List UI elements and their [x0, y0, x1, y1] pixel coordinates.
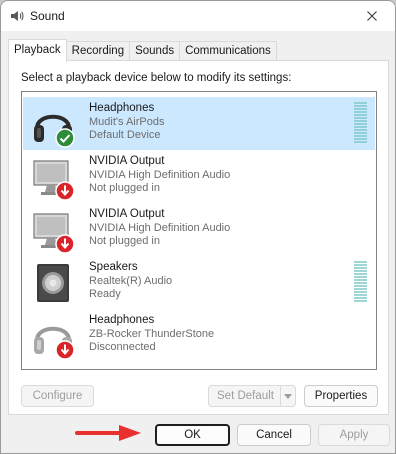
close-button[interactable]	[349, 1, 395, 31]
device-description: Mudit's AirPods	[89, 115, 165, 128]
device-text: Speakers Realtek(R) Audio Ready	[89, 261, 172, 302]
set-default-dropdown[interactable]	[280, 386, 295, 406]
device-name: Speakers	[89, 261, 138, 273]
playback-panel: Select a playback device below to modify…	[8, 60, 389, 415]
device-name: Headphones	[89, 102, 155, 114]
tab-playback[interactable]: Playback	[8, 39, 67, 62]
device-name: Headphones	[89, 314, 155, 326]
set-default-button[interactable]: Set Default	[208, 385, 296, 407]
properties-button[interactable]: Properties	[304, 385, 378, 407]
window-title: Sound	[30, 9, 65, 23]
unplugged-icon	[55, 340, 75, 360]
close-icon	[367, 11, 377, 21]
device-list[interactable]: Headphones Mudit's AirPods Default Devic…	[21, 91, 377, 370]
default-check-icon	[55, 128, 75, 148]
speaker-box-icon	[37, 264, 69, 302]
volume-meter	[354, 261, 367, 303]
device-description: NVIDIA High Definition Audio	[89, 221, 231, 234]
apply-button[interactable]: Apply	[318, 424, 390, 446]
volume-meter	[354, 102, 367, 144]
device-status: Disconnected	[89, 341, 156, 353]
device-status: Default Device	[89, 129, 161, 141]
device-status: Ready	[89, 288, 121, 300]
ok-button[interactable]: OK	[155, 424, 230, 446]
set-default-label: Set Default	[217, 390, 274, 402]
title-bar: Sound	[1, 1, 395, 31]
device-item-nvidia-output-2[interactable]: NVIDIA Output NVIDIA High Definition Aud…	[23, 203, 375, 256]
sound-dialog: Sound Playback Recording Sounds Communic…	[0, 0, 396, 454]
annotation-arrow	[75, 425, 141, 441]
device-text: Headphones Mudit's AirPods Default Devic…	[89, 102, 164, 143]
device-item-speakers[interactable]: Speakers Realtek(R) Audio Ready	[23, 256, 375, 309]
tab-recording[interactable]: Recording	[66, 41, 131, 61]
cancel-button[interactable]: Cancel	[237, 424, 311, 446]
device-status: Not plugged in	[89, 182, 160, 194]
device-description: Realtek(R) Audio	[89, 274, 173, 287]
device-text: NVIDIA Output NVIDIA High Definition Aud…	[89, 155, 230, 196]
device-text: NVIDIA Output NVIDIA High Definition Aud…	[89, 208, 230, 249]
tab-sounds[interactable]: Sounds	[130, 41, 181, 61]
device-description: NVIDIA High Definition Audio	[89, 168, 231, 181]
device-description: ZB-Rocker ThunderStone	[89, 327, 215, 340]
device-status: Not plugged in	[89, 235, 160, 247]
device-name: NVIDIA Output	[89, 208, 165, 220]
device-item-headphones-airpods[interactable]: Headphones Mudit's AirPods Default Devic…	[23, 97, 375, 150]
instruction-text: Select a playback device below to modify…	[21, 72, 292, 84]
device-text: Headphones ZB-Rocker ThunderStone Discon…	[89, 314, 214, 355]
device-name: NVIDIA Output	[89, 155, 165, 167]
device-item-nvidia-output-1[interactable]: NVIDIA Output NVIDIA High Definition Aud…	[23, 150, 375, 203]
unplugged-icon	[55, 234, 75, 254]
device-item-headphones-zb-rocker[interactable]: Headphones ZB-Rocker ThunderStone Discon…	[23, 309, 375, 362]
speaker-icon	[11, 11, 24, 21]
tab-strip: Playback Recording Sounds Communications	[8, 39, 277, 62]
unplugged-icon	[55, 181, 75, 201]
tab-communications[interactable]: Communications	[180, 41, 277, 61]
configure-button[interactable]: Configure	[21, 385, 94, 407]
chevron-down-icon	[284, 393, 292, 399]
